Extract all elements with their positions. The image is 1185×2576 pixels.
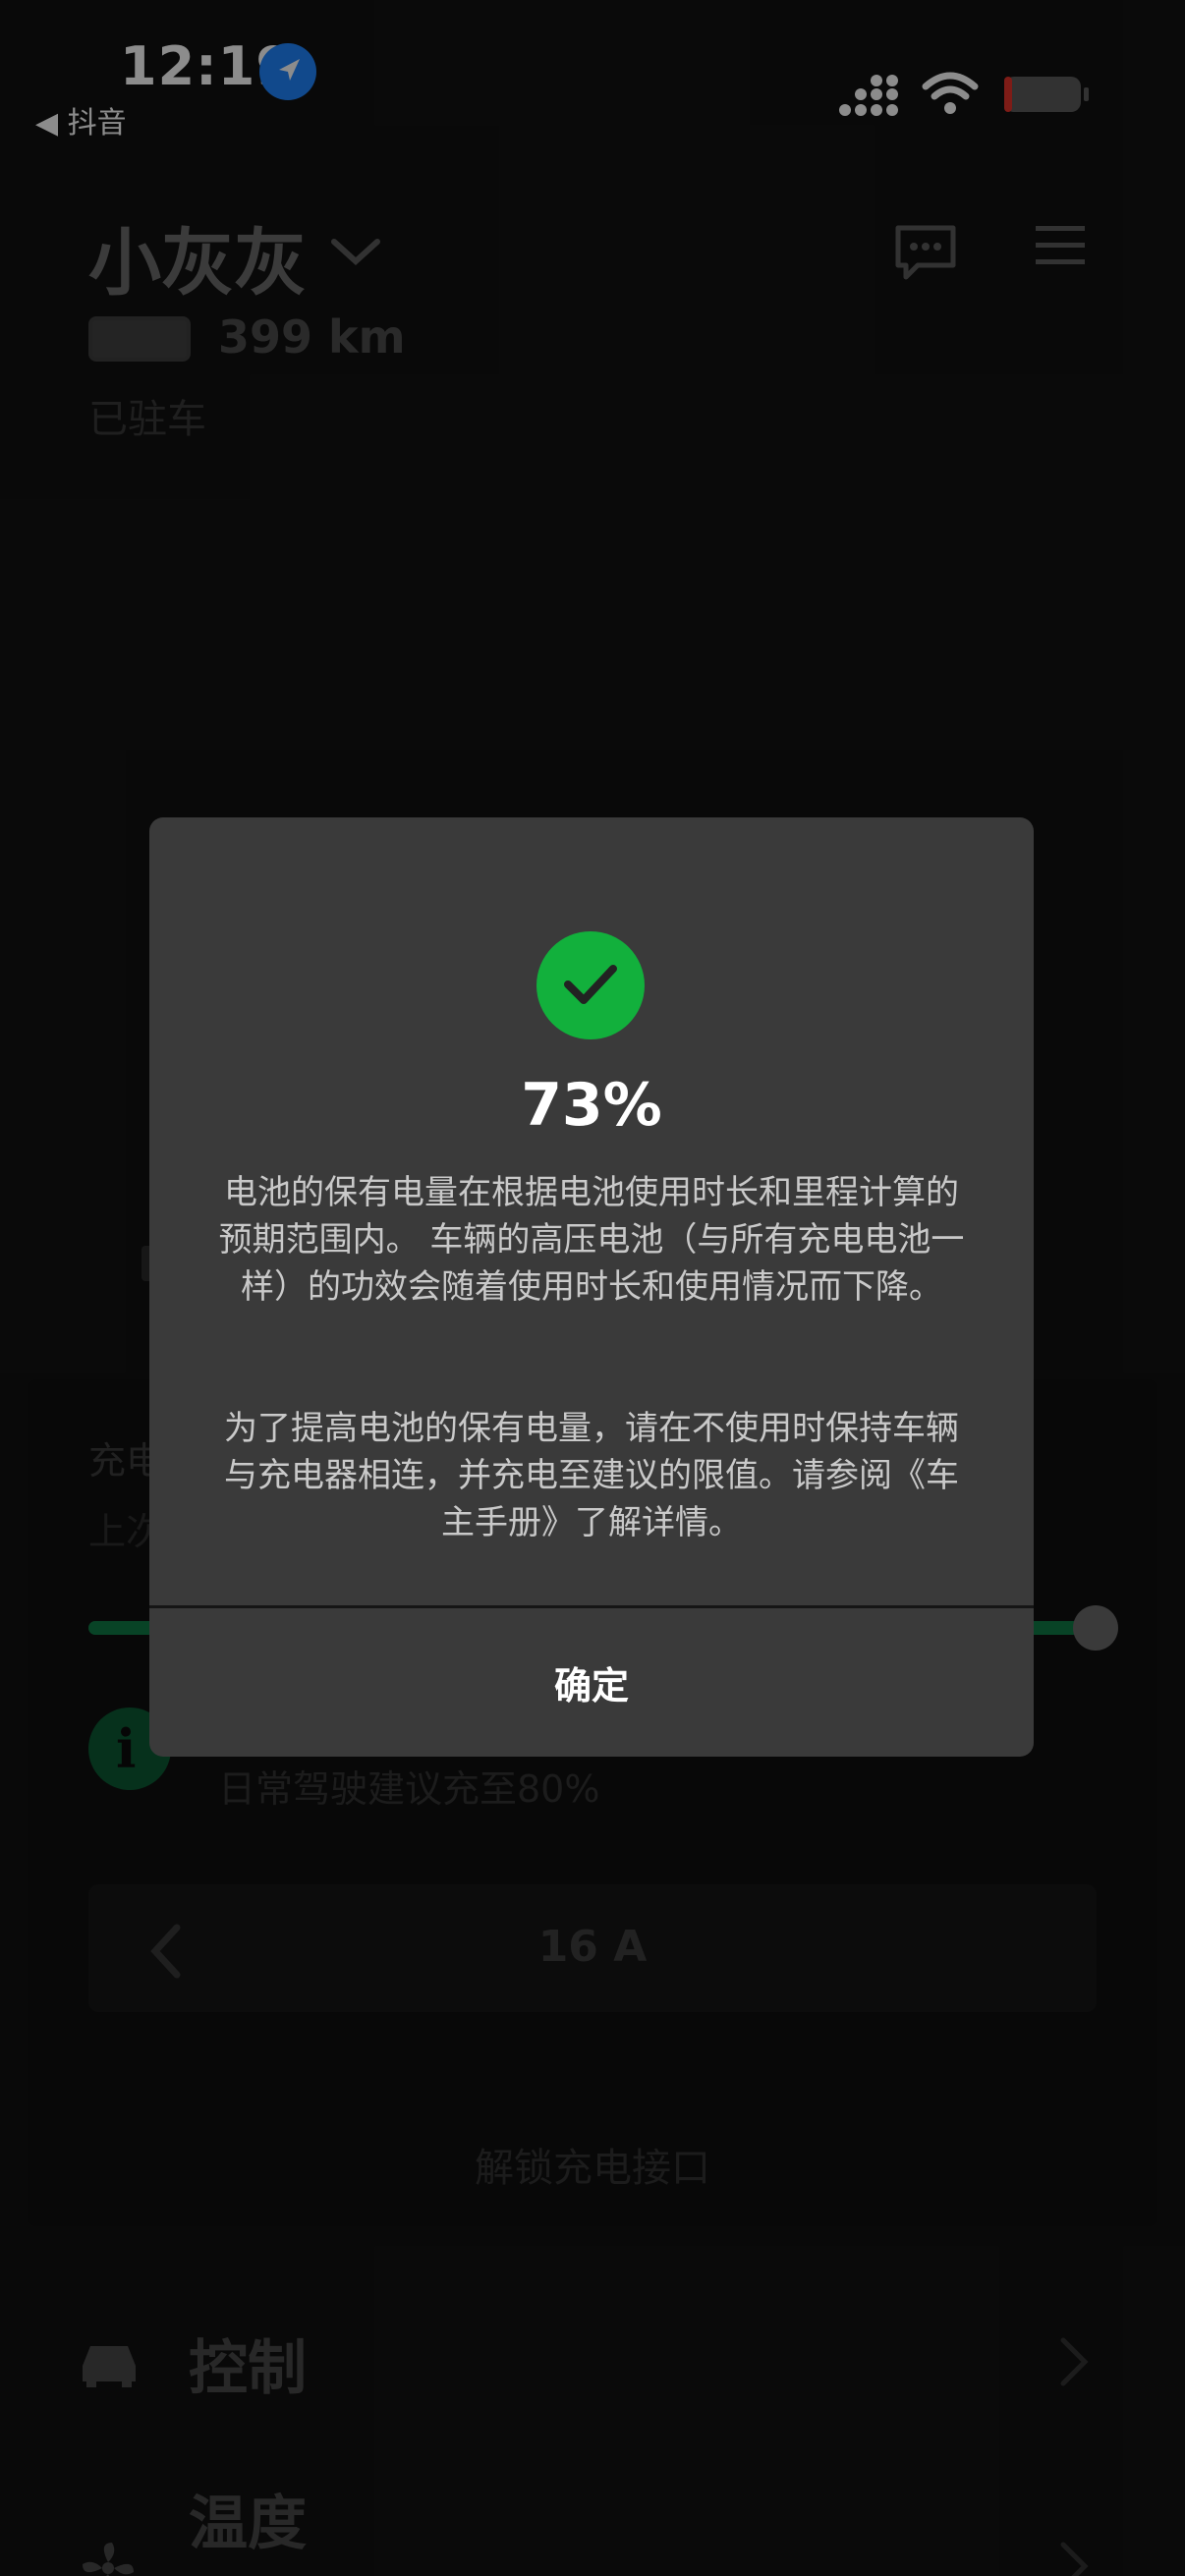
confirm-button[interactable]: 确定 — [149, 1608, 1034, 1757]
battery-health-percent: 73% — [521, 1071, 662, 1140]
dialog-paragraph-2: 为了提高电池的保有电量，请在不使用时保持车辆与充电器相连，并充电至建议的限值。请… — [224, 1409, 959, 1542]
app-screen: 12:19 ◀ 抖音 小灰灰 399 km 已驻车 充电 上次 i 日常驾驶建议… — [0, 0, 1185, 2576]
check-icon — [536, 931, 645, 1039]
battery-health-dialog: 73% 电池的保有电量在根据电池使用时长和里程计算的预期范围内。 车辆的高压电池… — [149, 817, 1034, 1757]
dialog-paragraph-1: 电池的保有电量在根据电池使用时长和里程计算的预期范围内。 车辆的高压电池（与所有… — [218, 1173, 965, 1307]
